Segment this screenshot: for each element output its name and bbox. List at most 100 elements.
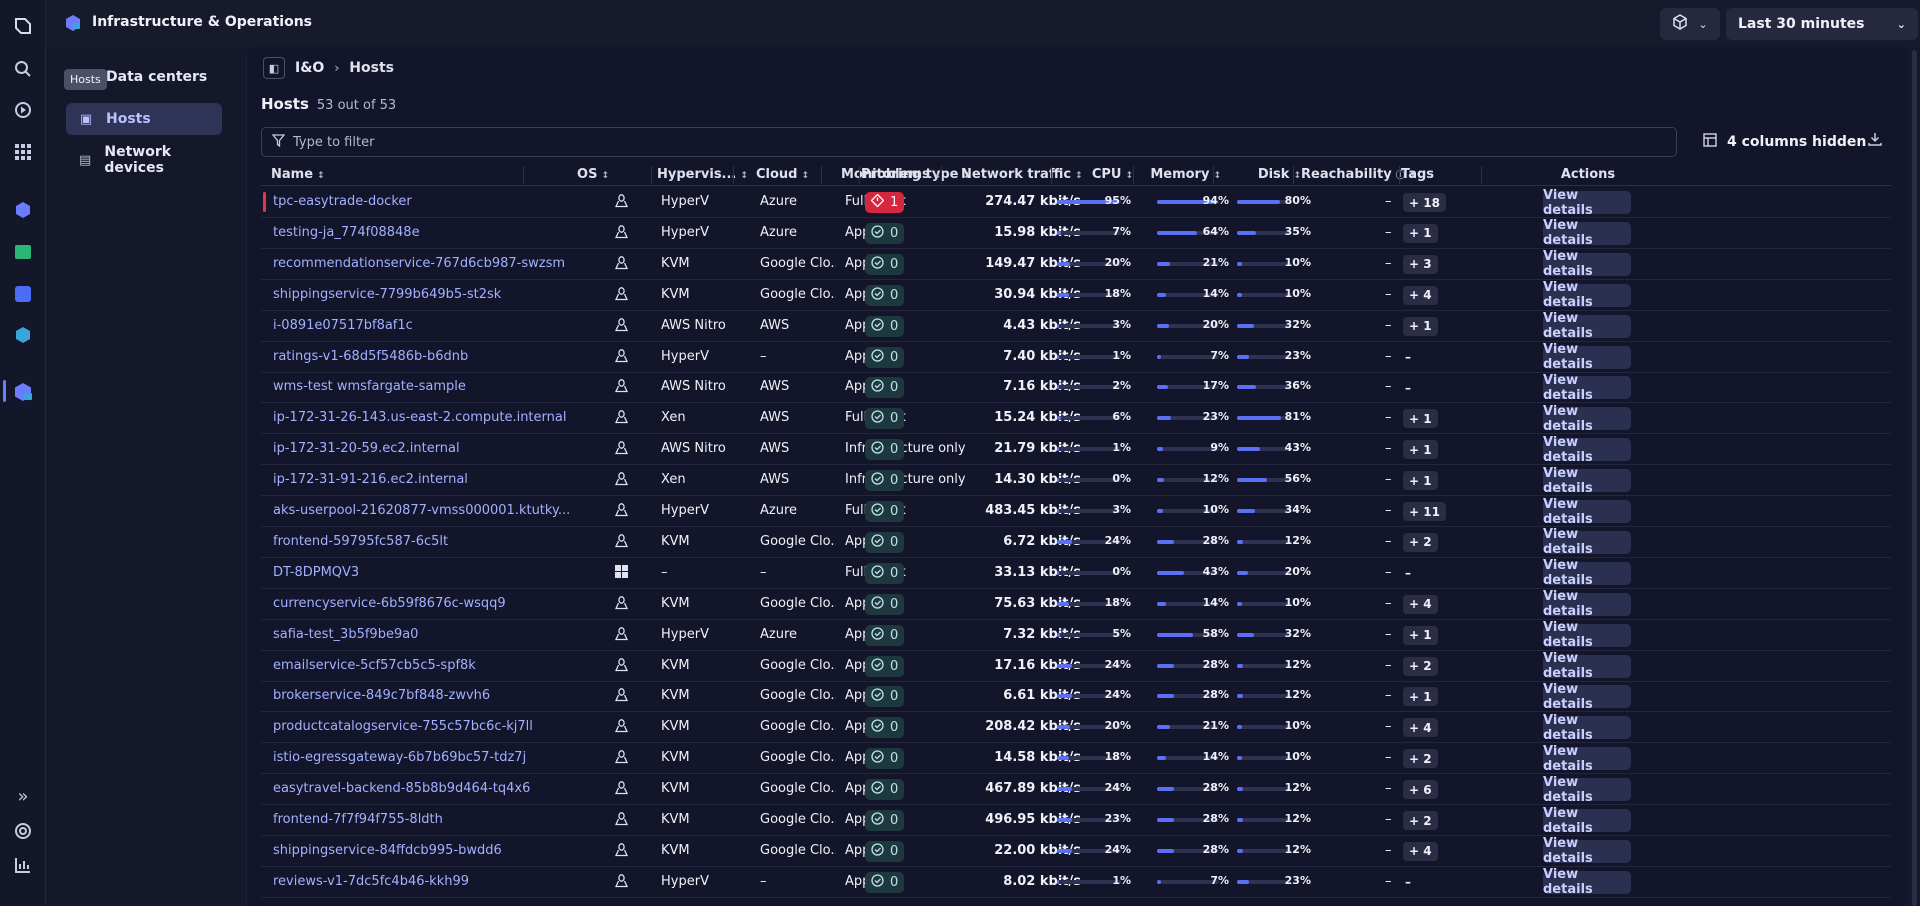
column-separator[interactable] [1293, 166, 1294, 184]
column-header-memory[interactable]: Memory ↕ [1141, 167, 1221, 182]
view-details-button[interactable]: View details [1543, 466, 1631, 496]
view-details-button[interactable]: View details [1543, 836, 1631, 866]
view-details-button[interactable]: View details [1543, 806, 1631, 836]
tags-badge[interactable]: + 4 [1403, 718, 1438, 738]
columns-hidden-button[interactable]: 4 columns hidden [1703, 133, 1866, 151]
tags-badge[interactable]: + 1 [1403, 223, 1438, 243]
host-name-link[interactable]: easytravel-backend-85b8b9d464-tq4x6 [273, 781, 569, 796]
column-separator[interactable] [733, 166, 734, 184]
column-separator[interactable] [941, 166, 942, 184]
view-details-button[interactable]: View details [1543, 311, 1631, 341]
nav-item-hosts[interactable]: ▣ Hosts [66, 103, 222, 135]
dashboard-app-icon[interactable] [11, 282, 35, 306]
column-header-hypervisor[interactable]: Hypervis... ↕ [657, 167, 748, 182]
host-name-link[interactable]: DT-8DPMQV3 [273, 565, 569, 580]
host-name-link[interactable]: ip-172-31-26-143.us-east-2.compute.inter… [273, 410, 569, 425]
view-details-button[interactable]: View details [1543, 682, 1631, 712]
host-name-link[interactable]: emailservice-5cf57cb5c5-spf8k [273, 658, 569, 673]
column-separator[interactable] [859, 166, 860, 184]
tags-badge[interactable]: + 2 [1403, 656, 1438, 676]
view-details-button[interactable]: View details [1543, 249, 1631, 279]
column-separator[interactable] [1051, 166, 1052, 184]
host-name-link[interactable]: brokerservice-849c7bf848-zwvh6 [273, 688, 569, 703]
tags-badge[interactable]: + 1 [1403, 625, 1438, 645]
column-separator[interactable] [821, 166, 822, 184]
view-details-button[interactable]: View details [1543, 527, 1631, 557]
problems-badge[interactable]: 0 [865, 624, 905, 646]
problems-badge[interactable]: 0 [865, 748, 905, 770]
tags-badge[interactable]: + 11 [1403, 502, 1446, 521]
column-header-cpu[interactable]: CPU ↕ [1071, 167, 1133, 182]
tags-badge[interactable]: + 18 [1403, 193, 1446, 212]
host-name-link[interactable]: productcatalogservice-755c57bc6c-kj7ll [273, 719, 569, 734]
column-separator[interactable] [523, 166, 524, 184]
apps-grid-icon[interactable] [11, 140, 35, 164]
tags-badge[interactable]: + 4 [1403, 594, 1438, 614]
support-icon[interactable] [11, 819, 35, 843]
tags-badge[interactable]: + 2 [1403, 532, 1438, 552]
problems-badge[interactable]: 0 [865, 501, 905, 522]
view-details-button[interactable]: View details [1543, 188, 1631, 218]
host-name-link[interactable]: testing-ja_774f08848e [273, 225, 569, 240]
host-name-link[interactable]: tpc-easytrade-docker [273, 194, 569, 209]
view-details-button[interactable]: View details [1543, 435, 1631, 465]
view-details-button[interactable]: View details [1543, 620, 1631, 650]
column-header-problems[interactable]: Problems ↓ [861, 167, 941, 182]
host-name-link[interactable]: frontend-7f7f94f755-8ldth [273, 812, 569, 827]
tags-badge[interactable]: + 1 [1403, 687, 1438, 707]
tags-badge[interactable]: + 1 [1403, 409, 1438, 429]
tags-badge[interactable]: + 2 [1403, 749, 1438, 769]
view-details-button[interactable]: View details [1543, 589, 1631, 619]
breadcrumb-root[interactable]: I&O [295, 60, 324, 76]
problems-badge[interactable]: 0 [865, 840, 905, 862]
filter-input[interactable]: Type to filter [261, 127, 1677, 157]
host-name-link[interactable]: shippingservice-84ffdcb995-bwdd6 [273, 843, 569, 858]
panel-toggle-icon[interactable]: ◧ [263, 57, 285, 79]
problems-badge[interactable]: 0 [865, 377, 905, 399]
view-details-button[interactable]: View details [1543, 775, 1631, 805]
timeframe-selector[interactable]: Last 30 minutes ⌄ [1726, 8, 1918, 40]
problems-badge[interactable]: 0 [865, 222, 905, 244]
cube-app-icon[interactable] [11, 198, 35, 222]
host-name-link[interactable]: istio-egressgateway-6b7b69bc57-tdz7j [273, 750, 569, 765]
host-name-link[interactable]: wms-test wmsfargate-sample [273, 379, 569, 394]
scrollbar[interactable] [1912, 50, 1917, 906]
problems-badge[interactable]: 0 [865, 531, 905, 553]
problems-badge[interactable]: 0 [865, 439, 905, 461]
column-header-disk[interactable]: Disk ↕ [1221, 167, 1301, 182]
column-separator[interactable] [1481, 166, 1482, 184]
view-details-button[interactable]: View details [1543, 280, 1631, 310]
download-icon[interactable] [1867, 131, 1883, 151]
problems-badge[interactable]: 0 [865, 717, 905, 739]
problems-badge[interactable]: 0 [865, 655, 905, 677]
view-details-button[interactable]: View details [1543, 713, 1631, 743]
view-details-button[interactable]: View details [1543, 558, 1631, 588]
tags-badge[interactable]: + 6 [1403, 780, 1438, 800]
column-header-tags[interactable]: Tags [1401, 167, 1434, 182]
environment-button[interactable]: ⌄ [1660, 8, 1720, 40]
problems-badge[interactable]: 0 [865, 470, 905, 492]
view-details-button[interactable]: View details [1543, 867, 1631, 897]
host-name-link[interactable]: ratings-v1-68d5f5486b-b6dnb [273, 349, 569, 364]
logs-app-icon[interactable] [11, 240, 35, 264]
host-name-link[interactable]: frontend-59795fc587-6c5lt [273, 534, 569, 549]
tags-badge[interactable]: + 4 [1403, 285, 1438, 305]
problems-badge[interactable]: 0 [865, 810, 905, 831]
host-name-link[interactable]: currencyservice-6b59f8676c-wsqq9 [273, 596, 569, 611]
tags-badge[interactable]: + 2 [1403, 811, 1438, 830]
host-name-link[interactable]: aks-userpool-21620877-vmss000001.ktutky.… [273, 503, 569, 518]
column-header-name[interactable]: Name ↕ [271, 167, 325, 182]
host-name-link[interactable]: shippingservice-7799b649b5-st2sk [273, 287, 569, 302]
column-header-network-traffic[interactable]: Network traffic ↕ [961, 167, 1083, 182]
tags-badge[interactable]: + 3 [1403, 254, 1438, 274]
column-separator[interactable] [651, 166, 652, 184]
problems-badge[interactable]: 0 [865, 284, 905, 306]
view-details-button[interactable]: View details [1543, 342, 1631, 372]
column-header-cloud[interactable]: Cloud ↕ [756, 167, 809, 182]
host-name-link[interactable]: ip-172-31-91-216.ec2.internal [273, 472, 569, 487]
expand-icon[interactable]: » [11, 784, 35, 808]
view-details-button[interactable]: View details [1543, 651, 1631, 681]
host-name-link[interactable]: safia-test_3b5f9be9a0 [273, 627, 569, 642]
problems-badge[interactable]: 0 [865, 315, 905, 337]
problems-badge[interactable]: 0 [865, 779, 905, 801]
